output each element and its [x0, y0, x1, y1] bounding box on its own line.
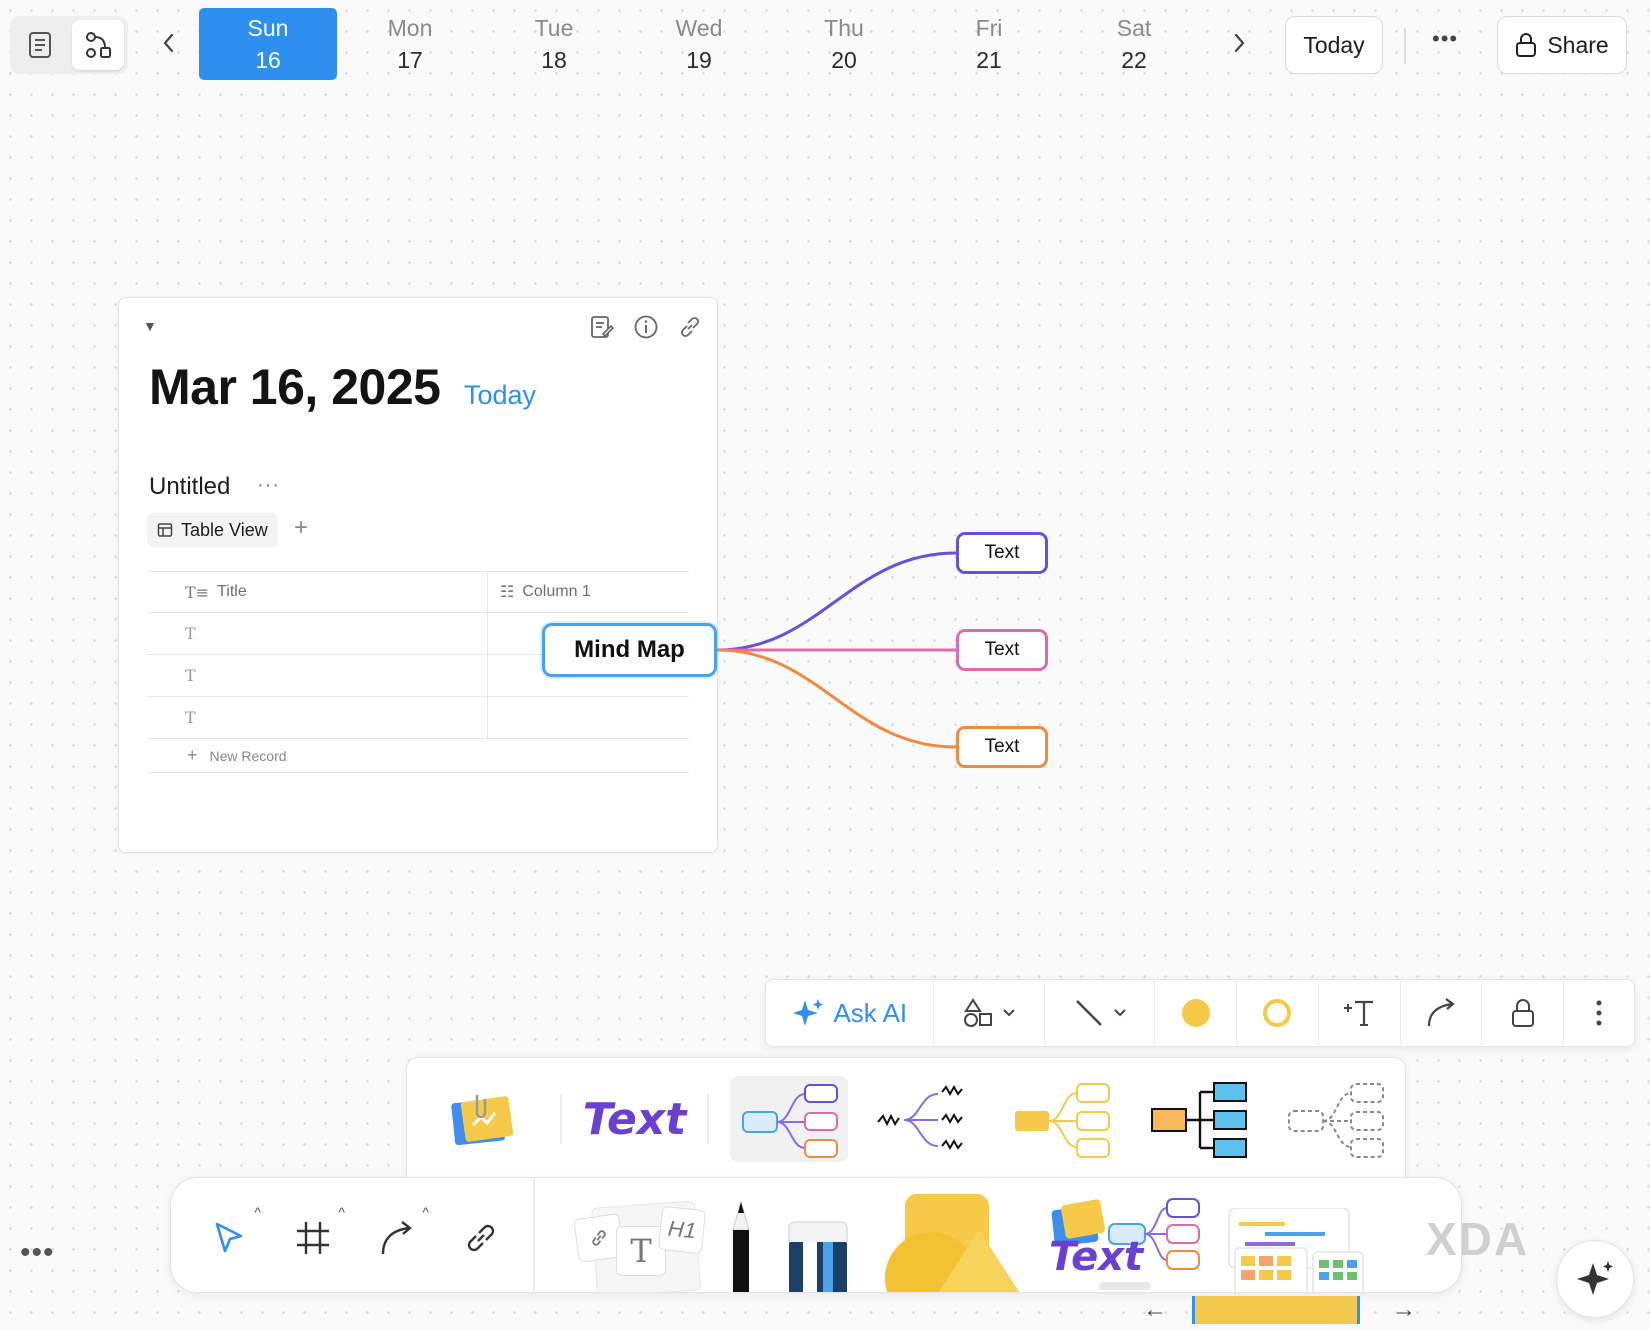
link-icon	[592, 1230, 606, 1246]
dock-divider	[533, 1178, 535, 1292]
mindmap-child-node[interactable]: Text	[956, 726, 1048, 768]
connector-top	[716, 551, 957, 652]
template-mindmap-dashed[interactable]	[1278, 1076, 1396, 1162]
mindmap-child-node[interactable]: Text	[956, 532, 1048, 574]
template-text[interactable]: Text	[567, 1076, 702, 1162]
mindmap-child-node[interactable]: Text	[956, 629, 1048, 671]
stroke-color-button[interactable]	[1237, 980, 1319, 1046]
scroll-right-arrow[interactable]: →	[1392, 1296, 1416, 1324]
pen-icon	[732, 1200, 750, 1292]
eraser-icon	[788, 1221, 848, 1292]
chevron-down-icon	[1114, 1009, 1126, 1017]
line-style-button[interactable]	[1045, 980, 1156, 1046]
more-vertical-icon	[1596, 1000, 1602, 1026]
template-panel: Text	[406, 1057, 1406, 1179]
template-divider	[560, 1094, 562, 1144]
template-mindmap-boxes[interactable]	[1141, 1076, 1259, 1162]
template-tool-text: Text	[1049, 1234, 1144, 1280]
connector-icon	[381, 1221, 412, 1255]
connector-button[interactable]	[1401, 980, 1483, 1046]
pen-tool[interactable]	[721, 1200, 761, 1292]
template-divider	[707, 1094, 709, 1144]
more-options-button[interactable]: •••	[20, 1236, 55, 1270]
select-tool[interactable]: ^	[199, 1204, 261, 1268]
mindmap-sketch-icon	[877, 1084, 963, 1151]
sparkle-icon	[1577, 1261, 1613, 1295]
pointer-icon	[215, 1222, 243, 1253]
mindmap-yellow-icon	[1015, 1083, 1110, 1158]
more-vertical-button[interactable]	[1564, 980, 1634, 1046]
lock-button[interactable]	[1482, 980, 1565, 1046]
connector-bottom	[716, 648, 957, 749]
bottom-dock: ^ ^ ^ T H1 Text	[170, 1177, 1462, 1293]
dock-scroll-thumb[interactable]	[1192, 1296, 1360, 1324]
format-toolbar: Ask AI	[765, 979, 1635, 1047]
caret-up-icon: ^	[338, 1204, 345, 1220]
h1-card: H1	[657, 1205, 707, 1255]
template-text-label: Text	[582, 1093, 687, 1145]
shapes-icon	[885, 1194, 1020, 1292]
shape-tool[interactable]	[879, 1194, 1031, 1292]
template-note[interactable]	[427, 1076, 537, 1162]
template-mindmap-colorful[interactable]	[730, 1076, 848, 1162]
eraser-tool[interactable]	[787, 1220, 849, 1292]
mindmap-root-node[interactable]: Mind Map	[542, 623, 717, 677]
fill-color-swatch	[1181, 999, 1210, 1027]
stroke-color-swatch	[1263, 999, 1292, 1027]
mindmap-boxes-icon	[1151, 1082, 1247, 1158]
chevron-down-icon	[1003, 1009, 1015, 1017]
sparkle-icon	[793, 999, 824, 1026]
link-icon	[467, 1224, 495, 1252]
template-tool[interactable]: Text	[1047, 1190, 1203, 1292]
link-tool[interactable]	[451, 1208, 511, 1268]
connector-arrow-icon	[1427, 998, 1455, 1027]
add-text-icon	[1344, 1000, 1374, 1026]
line-icon	[1075, 1000, 1102, 1026]
ai-assistant-button[interactable]	[1556, 1240, 1634, 1318]
watermark-logo: XDA	[1426, 1213, 1530, 1265]
frame-icon	[297, 1222, 329, 1254]
sticky-note-icon	[451, 1095, 514, 1146]
mindmap-template-icon	[742, 1084, 838, 1158]
embed-tool[interactable]	[1225, 1207, 1365, 1292]
connector-tool[interactable]: ^	[367, 1204, 429, 1268]
scroll-left-arrow[interactable]: ←	[1143, 1296, 1167, 1324]
add-text-button[interactable]	[1319, 980, 1401, 1046]
fill-color-button[interactable]	[1155, 980, 1237, 1046]
ask-ai-label: Ask AI	[833, 997, 908, 1028]
ask-ai-button[interactable]: Ask AI	[766, 980, 934, 1046]
mindmap-dashed-icon	[1288, 1083, 1384, 1158]
shape-style-button[interactable]	[934, 980, 1046, 1046]
caret-up-icon: ^	[254, 1204, 261, 1220]
frame-tool[interactable]: ^	[283, 1204, 345, 1268]
embed-cards-icon	[1228, 1207, 1364, 1292]
lock-icon	[1511, 999, 1534, 1027]
shapes-icon	[963, 998, 992, 1027]
text-cards-tool[interactable]: T H1	[573, 1198, 707, 1292]
template-mindmap-sketch[interactable]	[867, 1076, 985, 1162]
caret-up-icon: ^	[422, 1204, 429, 1220]
template-mindmap-yellow[interactable]	[1004, 1076, 1122, 1162]
